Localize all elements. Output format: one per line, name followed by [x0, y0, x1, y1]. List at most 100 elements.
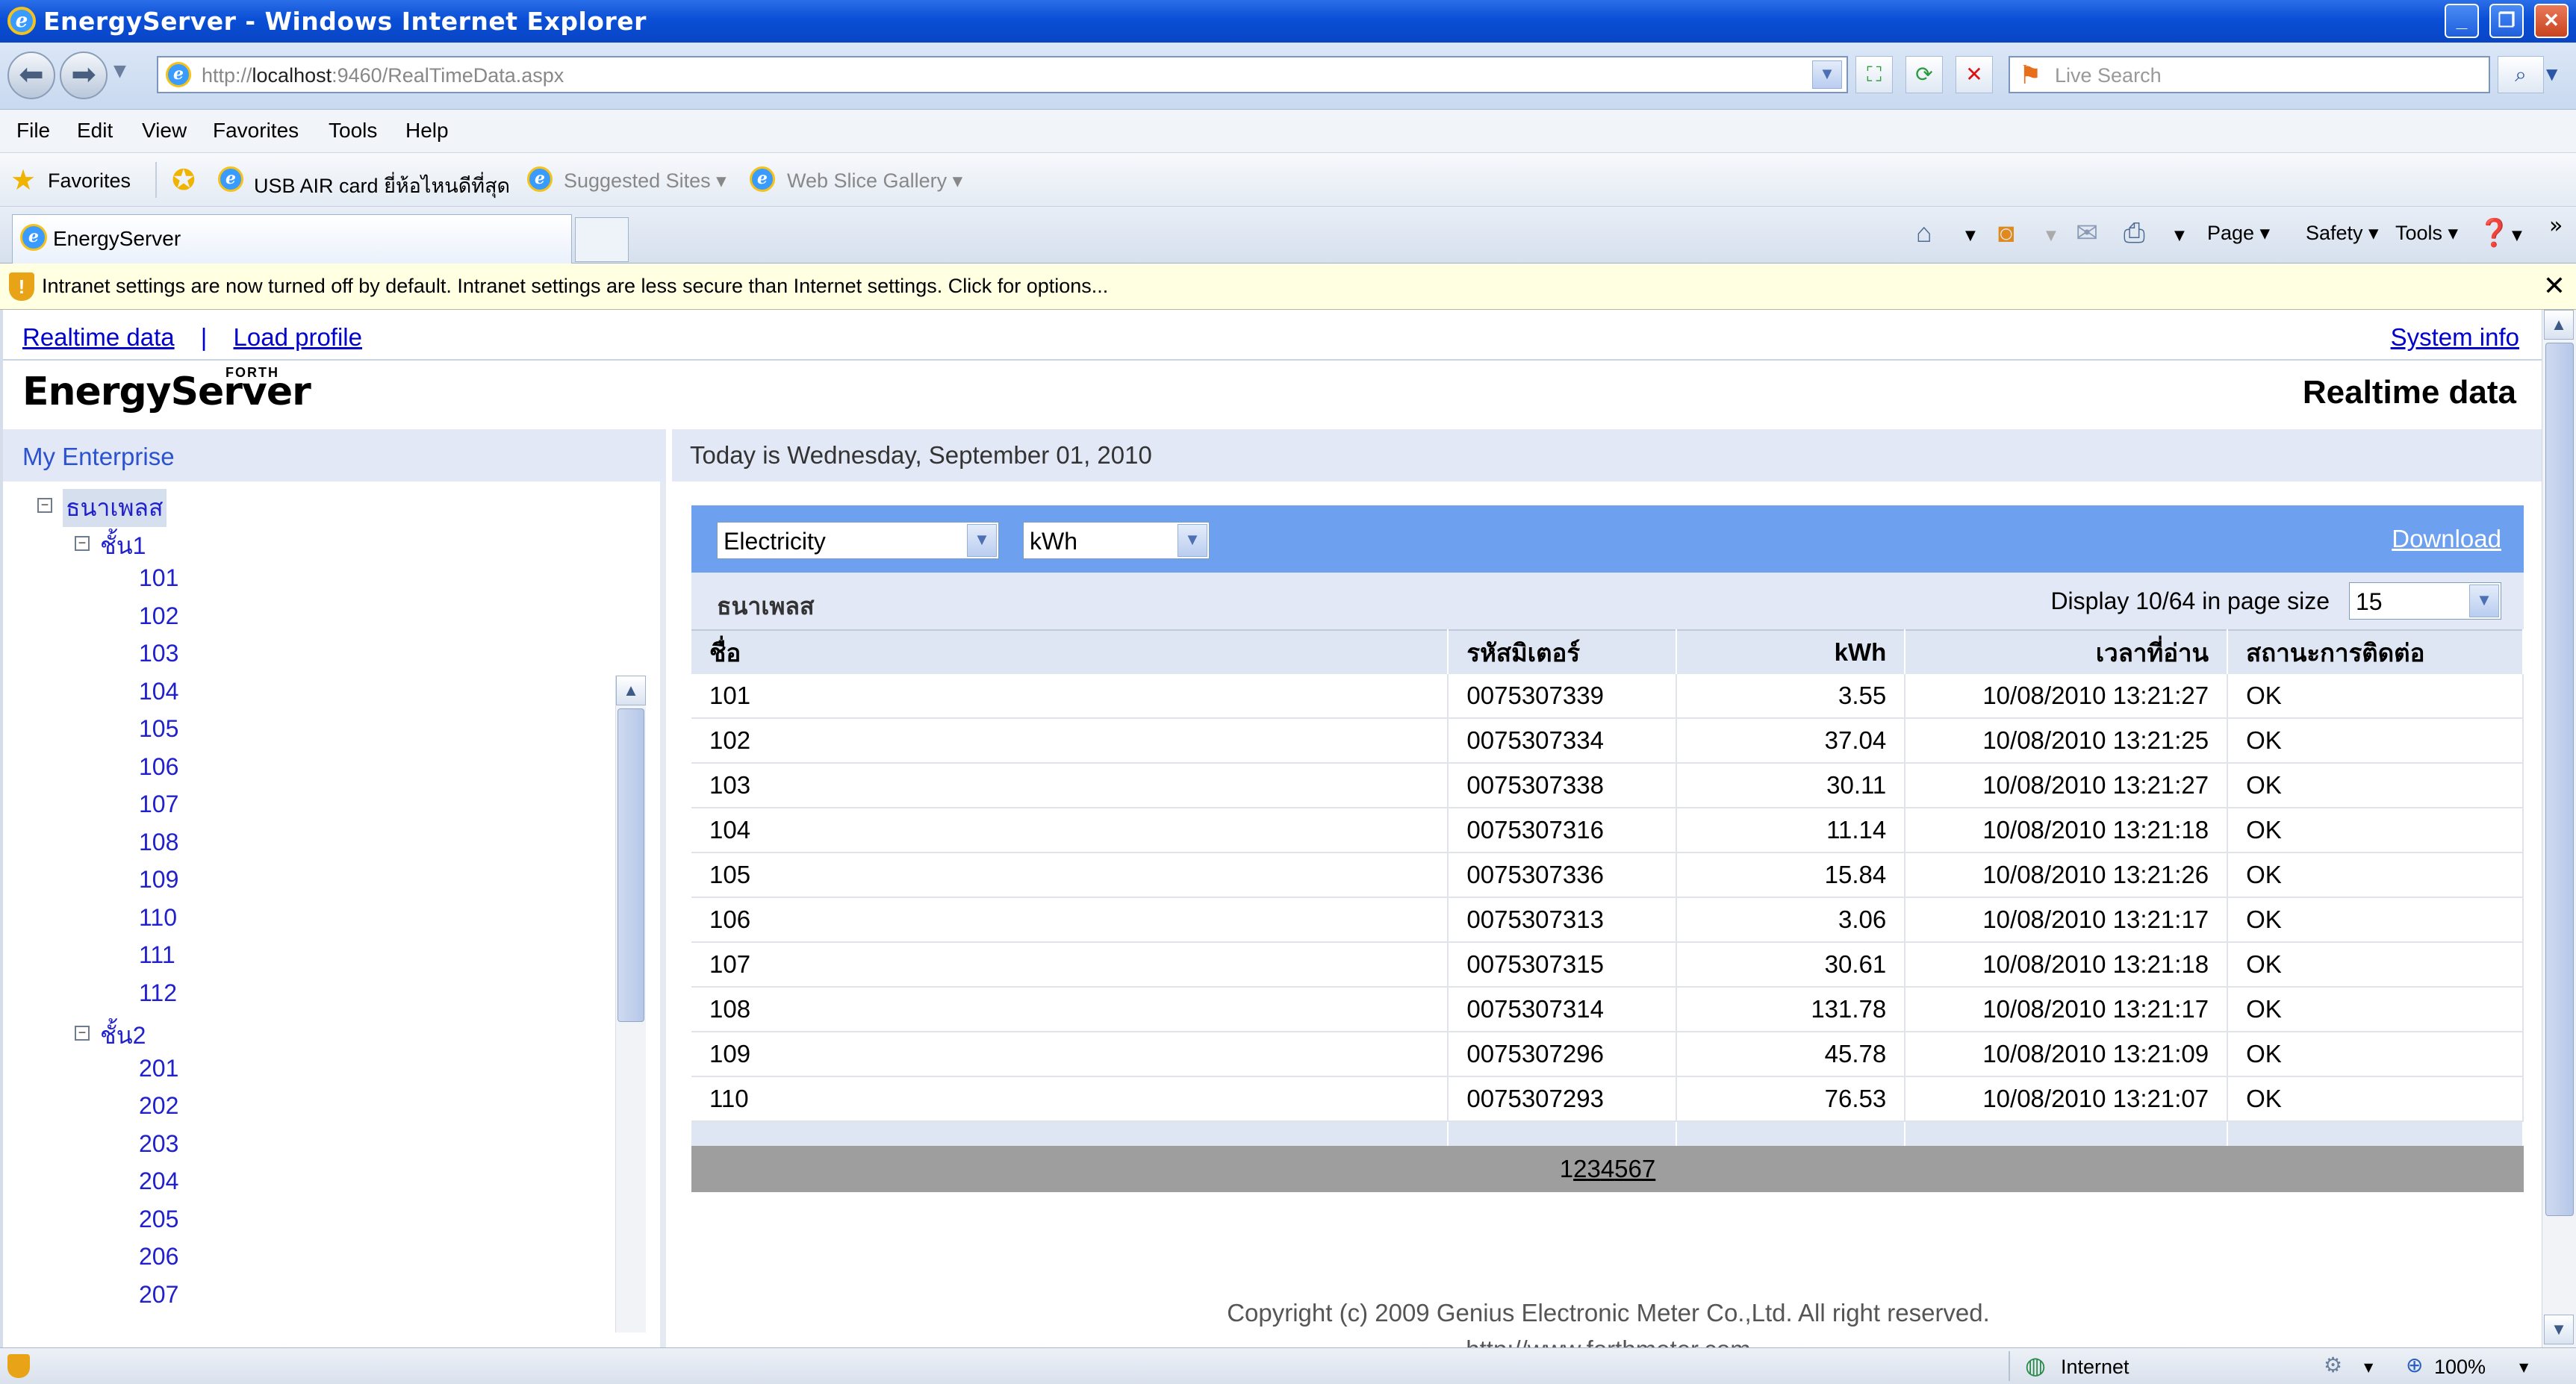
- pager-page-link[interactable]: 7: [1642, 1155, 1655, 1182]
- home-chevron-icon[interactable]: ▼: [1965, 228, 1976, 243]
- tree-room-node[interactable]: 102: [139, 602, 178, 630]
- tools-menu[interactable]: Tools ▾: [2395, 222, 2458, 245]
- new-tab-button[interactable]: [575, 217, 629, 262]
- page-scrollbar[interactable]: ▲ ▼: [2542, 310, 2576, 1347]
- home-icon[interactable]: ⌂: [1916, 217, 1932, 249]
- menu-file[interactable]: File: [16, 119, 50, 143]
- page-menu[interactable]: Page ▾: [2207, 222, 2270, 245]
- recent-pages-chevron-icon[interactable]: ▼: [113, 62, 126, 81]
- pager-page-link[interactable]: 3: [1587, 1155, 1600, 1182]
- scroll-up-icon[interactable]: ▲: [2544, 310, 2574, 340]
- scroll-up-icon[interactable]: ▲: [616, 676, 646, 705]
- tree-room-node[interactable]: 107: [139, 791, 178, 818]
- close-information-bar-icon[interactable]: ✕: [2543, 271, 2566, 302]
- scroll-down-icon[interactable]: ▼: [2544, 1315, 2574, 1344]
- forward-button[interactable]: ➡: [60, 52, 108, 99]
- protected-mode-chevron-icon[interactable]: ▼: [2364, 1360, 2373, 1374]
- help-chevron-icon[interactable]: ▼: [2512, 228, 2522, 243]
- pager-page-link[interactable]: 5: [1614, 1155, 1628, 1182]
- feeds-icon[interactable]: ◙: [1998, 217, 2015, 249]
- menu-view[interactable]: View: [142, 119, 187, 143]
- minimize-button[interactable]: _: [2445, 4, 2479, 38]
- nav-load-profile-link[interactable]: Load profile: [234, 323, 362, 351]
- tree-root-node[interactable]: ธนาเพลส: [63, 489, 167, 527]
- menu-favorites[interactable]: Favorites: [213, 119, 299, 143]
- unit-select[interactable]: kWh ▼: [1023, 522, 1210, 559]
- zoom-chevron-icon[interactable]: ▼: [2519, 1360, 2528, 1374]
- pager-page-link[interactable]: 2: [1573, 1155, 1587, 1182]
- address-dropdown[interactable]: ▼: [1812, 60, 1844, 89]
- tree-room-node[interactable]: 106: [139, 753, 178, 781]
- tree-room-node[interactable]: 206: [139, 1243, 178, 1271]
- tree-room-node[interactable]: 203: [139, 1130, 178, 1158]
- add-to-favorites-bar-icon[interactable]: ✪: [172, 163, 196, 197]
- menu-help[interactable]: Help: [405, 119, 449, 143]
- tree-room-node[interactable]: 109: [139, 866, 178, 894]
- refresh-button[interactable]: ⟳: [1905, 56, 1943, 93]
- tree-floor-node[interactable]: ชั้น1: [100, 527, 146, 565]
- fav-suggested-sites[interactable]: Suggested Sites ▾: [564, 169, 727, 193]
- table-cell: 102: [691, 718, 1449, 764]
- back-button[interactable]: ⬅: [7, 52, 55, 99]
- tree-room-node[interactable]: 104: [139, 678, 178, 705]
- table-cell: OK: [2227, 1032, 2524, 1077]
- page-size-select[interactable]: 15 ▼: [2349, 582, 2501, 620]
- chevron-down-icon: ▼: [1177, 524, 1207, 557]
- tree-room-node[interactable]: 201: [139, 1055, 178, 1082]
- energy-type-select[interactable]: Electricity ▼: [717, 522, 999, 559]
- tree-room-node[interactable]: 204: [139, 1168, 178, 1195]
- collapse-toggle-icon[interactable]: −: [75, 1026, 90, 1041]
- more-commands-icon[interactable]: »: [2549, 213, 2563, 239]
- print-chevron-icon[interactable]: ▼: [2174, 228, 2185, 243]
- tree-room-node[interactable]: 111: [139, 941, 175, 969]
- address-bar[interactable]: e http://localhost:9460/RealTimeData.asp…: [157, 56, 1848, 93]
- system-info-link[interactable]: System info: [2391, 323, 2519, 352]
- favorites-button[interactable]: Favorites: [48, 169, 131, 193]
- collapse-toggle-icon[interactable]: −: [37, 498, 52, 513]
- tree-room-node[interactable]: 108: [139, 829, 178, 856]
- download-link[interactable]: Download: [2392, 525, 2501, 553]
- page-scrollbar-thumb[interactable]: [2545, 343, 2574, 1216]
- nav-realtime-data-link[interactable]: Realtime data: [22, 323, 175, 351]
- tree-room-node[interactable]: 101: [139, 564, 178, 592]
- tree-room-node[interactable]: 207: [139, 1281, 178, 1309]
- tree-room-node[interactable]: 103: [139, 640, 178, 667]
- help-icon[interactable]: ❓: [2477, 217, 2511, 249]
- tree-scrollbar-thumb[interactable]: [617, 708, 644, 1022]
- print-icon[interactable]: ⎙: [2124, 217, 2145, 249]
- restore-button[interactable]: ❐: [2489, 4, 2524, 38]
- column-header: สถานะการติดต่อ: [2227, 629, 2524, 674]
- search-box[interactable]: ⚑ Live Search: [2009, 56, 2490, 93]
- tree-room-node[interactable]: 112: [139, 979, 177, 1007]
- tree-room-node[interactable]: 105: [139, 715, 178, 743]
- compatibility-view-button[interactable]: ⛶: [1855, 56, 1893, 93]
- protected-mode-icon[interactable]: ⚙: [2324, 1353, 2342, 1377]
- tree-scrollbar[interactable]: ▲: [615, 676, 646, 1332]
- tree-room-node[interactable]: 202: [139, 1092, 178, 1120]
- search-button[interactable]: ⌕: [2498, 56, 2544, 93]
- table-cell: OK: [2227, 674, 2524, 719]
- menu-tools[interactable]: Tools: [329, 119, 377, 143]
- collapse-toggle-icon[interactable]: −: [75, 535, 90, 551]
- my-enterprise-link[interactable]: My Enterprise: [22, 443, 175, 471]
- pager-page-link[interactable]: 4: [1601, 1155, 1614, 1182]
- fav-web-slice-gallery[interactable]: Web Slice Gallery ▾: [787, 169, 962, 193]
- tree-room-node[interactable]: 110: [139, 904, 177, 932]
- tree-room-node[interactable]: 205: [139, 1206, 178, 1233]
- table-cell: OK: [2227, 897, 2524, 943]
- chevron-down-icon: ▼: [967, 524, 997, 557]
- table-cell: 10/08/2010 13:21:17: [1905, 897, 2229, 943]
- safety-menu[interactable]: Safety ▾: [2306, 222, 2379, 245]
- pager-page-link[interactable]: 6: [1628, 1155, 1642, 1182]
- tab-energyserver[interactable]: e EnergyServer: [12, 214, 572, 264]
- menu-edit[interactable]: Edit: [77, 119, 113, 143]
- tree-floor-node[interactable]: ชั้น2: [100, 1017, 146, 1055]
- zoom-level[interactable]: 100%: [2434, 1356, 2486, 1379]
- stop-button[interactable]: ✕: [1956, 56, 1993, 93]
- information-bar[interactable]: ! Intranet settings are now turned off b…: [0, 264, 2576, 310]
- search-options-chevron-icon[interactable]: ▼: [2546, 65, 2557, 83]
- fav-link-usb-air-card[interactable]: USB AIR card ยี่ห้อไหนดีที่สุด: [254, 169, 510, 202]
- close-window-button[interactable]: ✕: [2534, 4, 2569, 38]
- zoom-icon[interactable]: ⊕: [2406, 1353, 2423, 1377]
- read-mail-icon[interactable]: ✉: [2076, 217, 2098, 249]
